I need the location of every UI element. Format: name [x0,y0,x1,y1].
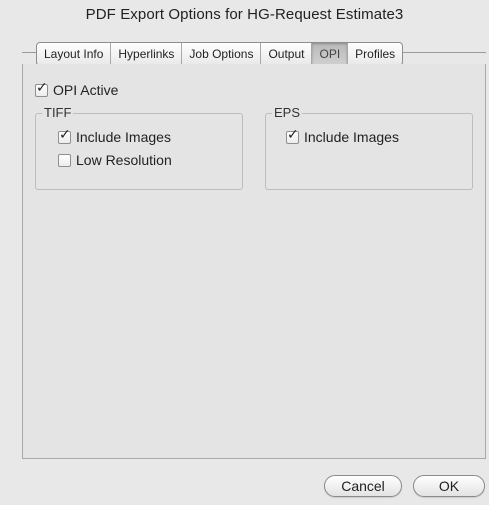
ok-button[interactable]: OK [413,475,485,497]
tab-opi[interactable]: OPI [312,43,349,65]
checkmark-icon: ✓ [59,125,71,142]
cancel-button[interactable]: Cancel [324,475,402,497]
checkmark-icon: ✓ [36,78,48,95]
tab-output[interactable]: Output [261,43,313,65]
tiff-include-images-row[interactable]: ✓ Include Images [58,127,171,145]
eps-include-images-checkbox[interactable]: ✓ [286,127,299,144]
tab-bar: Layout Info Hyperlinks Job Options Outpu… [36,42,404,66]
checkmark-icon: ✓ [287,125,299,142]
tiff-group-label: TIFF [42,105,74,121]
opi-active-row[interactable]: ✓ OPI Active [35,80,119,98]
tiff-include-images-checkbox[interactable]: ✓ [58,127,71,144]
tiff-low-resolution-checkbox[interactable] [58,153,71,167]
eps-group-label: EPS [272,105,303,121]
export-options-dialog: PDF Export Options for HG-Request Estima… [0,0,489,505]
eps-include-images-row[interactable]: ✓ Include Images [286,127,399,145]
tab-profiles[interactable]: Profiles [348,43,402,65]
eps-include-images-label: Include Images [304,129,399,145]
opi-active-checkbox[interactable]: ✓ [35,80,48,97]
tab-hyperlinks[interactable]: Hyperlinks [111,43,183,65]
window-title: PDF Export Options for HG-Request Estima… [85,6,404,23]
tiff-group: TIFF ✓ Include Images Low Resolution [35,105,243,190]
tab-layout-info[interactable]: Layout Info [37,43,112,65]
opi-active-label: OPI Active [53,82,119,98]
tiff-include-images-label: Include Images [76,129,171,145]
tiff-low-resolution-row[interactable]: Low Resolution [58,152,172,168]
opi-panel: ✓ OPI Active TIFF ✓ Include Images Low R… [22,64,486,459]
eps-group: EPS ✓ Include Images [265,105,473,190]
tab-job-options[interactable]: Job Options [182,43,262,65]
tiff-low-resolution-label: Low Resolution [76,152,172,168]
